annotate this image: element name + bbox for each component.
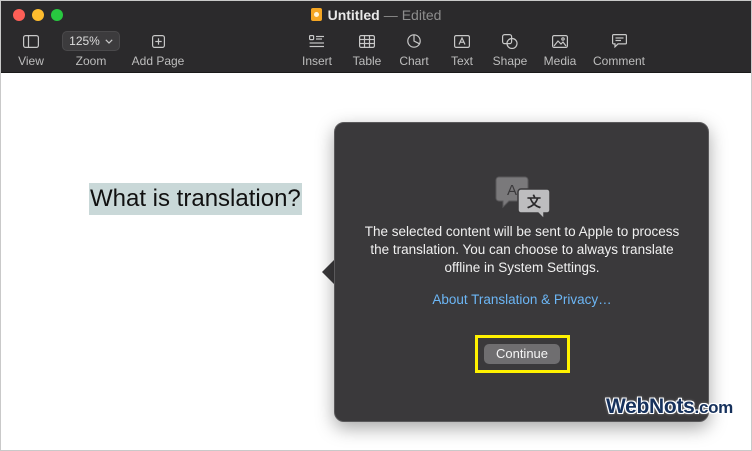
zoom-select[interactable]: 125% <box>62 31 120 51</box>
add-page-button[interactable]: Add Page <box>129 31 187 68</box>
webnots-watermark: WebNots.com <box>606 395 733 419</box>
shape-button[interactable]: Shape <box>488 31 532 68</box>
toolbar: Untitled — Edited View 125% Zoom Add Pag… <box>1 1 751 73</box>
insert-label: Insert <box>301 54 332 68</box>
svg-text:文: 文 <box>527 194 542 210</box>
shape-label: Shape <box>492 54 528 68</box>
comment-icon <box>611 34 627 48</box>
pie-chart-icon <box>407 34 421 48</box>
privacy-message: The selected content will be sent to App… <box>364 224 680 275</box>
window-title: Untitled — Edited <box>1 7 751 24</box>
watermark-suffix: .com <box>694 398 734 417</box>
photo-icon <box>552 34 568 48</box>
pages-window: Untitled — Edited View 125% Zoom Add Pag… <box>0 0 752 451</box>
selected-text[interactable]: What is translation? <box>89 183 302 215</box>
view-label: View <box>18 54 44 68</box>
comment-label: Comment <box>592 54 645 68</box>
zoom-label: Zoom <box>75 54 107 68</box>
translate-icon: A 文 <box>495 176 551 221</box>
add-page-icon <box>151 34 165 48</box>
insert-button[interactable]: Insert <box>297 31 337 68</box>
view-button[interactable]: View <box>11 31 51 68</box>
svg-text:A: A <box>507 182 517 199</box>
pages-document-icon <box>310 8 322 21</box>
title-separator: — <box>383 7 398 23</box>
media-button[interactable]: Media <box>540 31 580 68</box>
chevron-down-icon <box>105 38 113 44</box>
watermark-brand: WebNots <box>606 395 695 418</box>
text-label: Text <box>450 54 473 68</box>
document-status: Edited <box>401 7 442 23</box>
add-page-label: Add Page <box>131 54 185 68</box>
text-box-icon <box>454 34 470 48</box>
chart-label: Chart <box>399 54 429 68</box>
continue-button[interactable]: Continue <box>484 344 560 364</box>
text-button[interactable]: Text <box>442 31 482 68</box>
table-label: Table <box>352 54 382 68</box>
table-icon <box>359 34 375 48</box>
chart-button[interactable]: Chart <box>394 31 434 68</box>
document-name: Untitled <box>327 7 380 23</box>
translation-popover: A 文 The selected content will be sent to… <box>334 122 709 422</box>
media-label: Media <box>543 54 577 68</box>
shape-icon <box>502 33 518 49</box>
comment-button[interactable]: Comment <box>589 31 649 68</box>
sidebar-icon <box>23 34 39 48</box>
insert-list-icon <box>309 34 324 47</box>
zoom-control[interactable]: 125% Zoom <box>61 31 121 68</box>
about-translation-link[interactable]: About Translation & Privacy… <box>355 291 689 309</box>
table-button[interactable]: Table <box>347 31 387 68</box>
zoom-value: 125% <box>69 34 100 48</box>
